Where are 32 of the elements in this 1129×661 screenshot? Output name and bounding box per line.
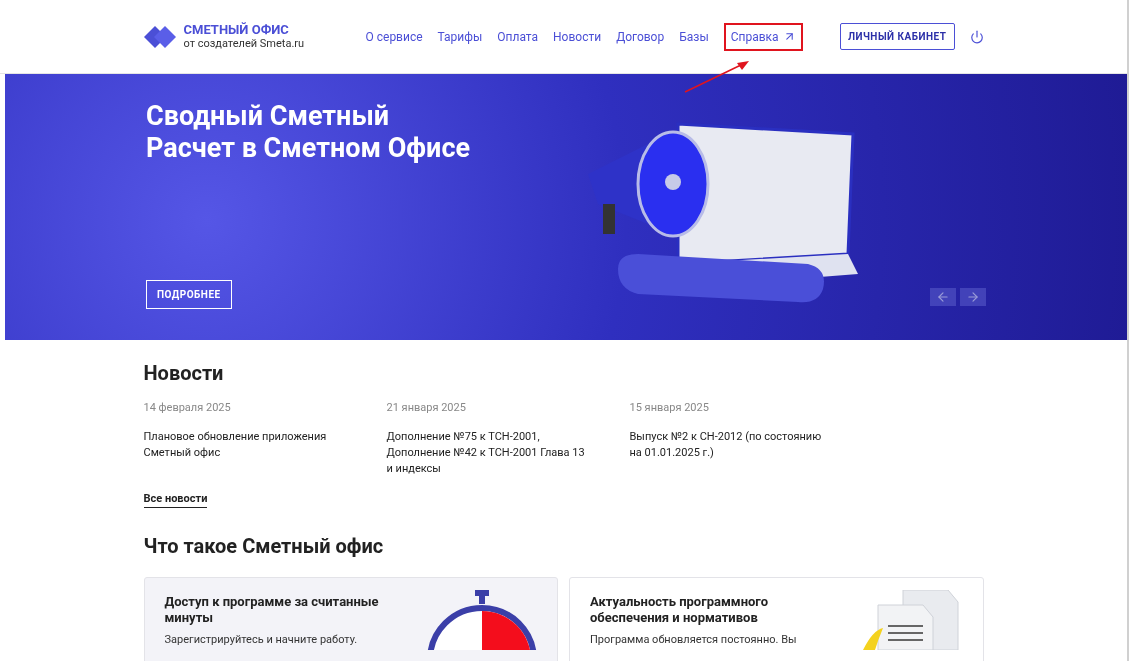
nav-link[interactable]: О сервисе — [365, 27, 423, 46]
nav-link[interactable]: Новости — [553, 27, 602, 46]
news-link[interactable]: Выпуск №2 к СН-2012 (по состоянию на 01.01.2025 г.) — [629, 428, 833, 461]
nav-link[interactable]: Договор — [616, 27, 665, 46]
card-text: Зарегистрируйтесь и начните работу. — [164, 631, 359, 648]
account-button[interactable]: ЛИЧНЫЙ КАБИНЕТ — [839, 23, 955, 50]
previous-slide-button[interactable] — [930, 288, 956, 306]
stopwatch-icon — [427, 589, 537, 650]
logo-subtitle: от создателей Smeta.ru — [183, 36, 305, 51]
news-heading: Новости — [143, 360, 225, 387]
nav-link[interactable]: Справка — [723, 22, 803, 51]
card-title: Доступ к программе за считанные минуты — [164, 593, 380, 626]
nav-link[interactable]: Тарифы — [437, 27, 483, 46]
hero-title: Сводный Сметный Расчет в Сметном Офисе — [146, 100, 471, 164]
logo-title: СМЕТНЫЙ ОФИС — [183, 22, 290, 37]
news-link[interactable]: Дополнение №75 к ТСН-2001, Дополнение №42 к ТСН-2001 Глава 13 и индексы — [386, 428, 590, 477]
news-date: 15 января 2025 — [629, 400, 710, 416]
news-date: 21 января 2025 — [386, 400, 467, 416]
news-date: 14 февраля 2025 — [143, 400, 232, 416]
all-news-link[interactable]: Все новости — [143, 490, 208, 508]
nav-link[interactable]: Оплата — [497, 27, 539, 46]
nav-link[interactable]: Базы — [679, 27, 709, 46]
news-link[interactable]: Плановое обновление приложения Сметный офис — [143, 428, 347, 461]
about-heading: Что такое Сметный офис — [143, 532, 385, 560]
logo-icon — [143, 25, 176, 48]
arrow-right-icon — [966, 290, 980, 304]
card-title: Актуальность программного обеспечения и нормативов — [590, 593, 769, 626]
power-icon[interactable] — [969, 29, 984, 44]
next-slide-button[interactable] — [960, 288, 986, 306]
arrow-left-icon — [936, 290, 950, 304]
details-button[interactable]: ПОДРОБНЕЕ — [146, 280, 232, 309]
card-text: Программа обновляется постоянно. Вы — [590, 631, 798, 648]
